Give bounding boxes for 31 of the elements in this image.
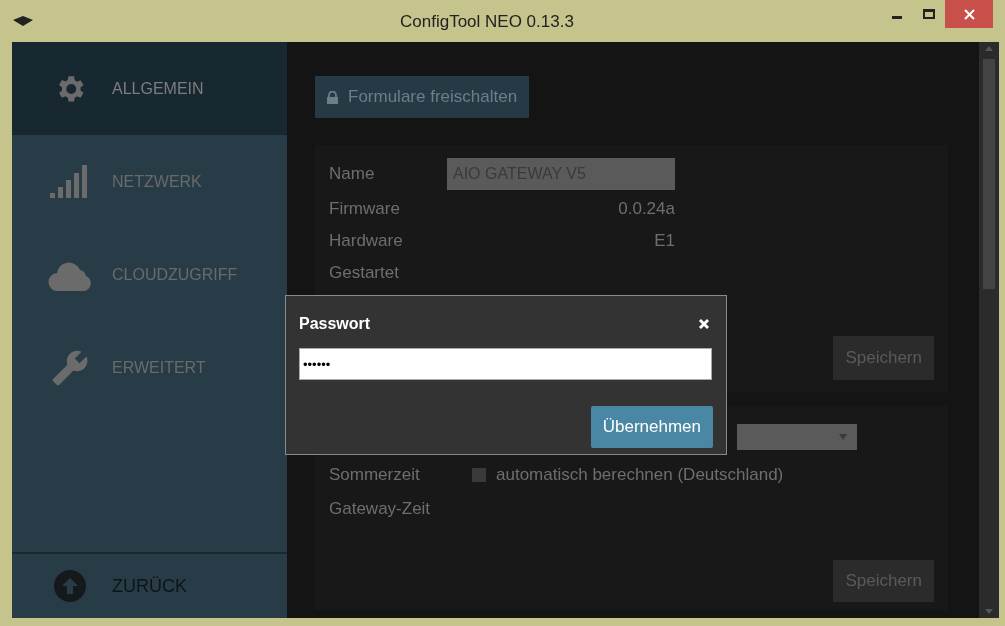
- checkbox-label: automatisch berechnen (Deutschland): [496, 464, 784, 486]
- dialog-title: Passwort: [299, 314, 371, 334]
- info-value: E1: [654, 230, 675, 253]
- wrench-icon: [51, 348, 89, 387]
- info-value: 0.0.24a: [618, 198, 675, 221]
- scroll-up-icon: [985, 46, 993, 51]
- window-title: ConfigTool NEO 0.13.3: [400, 11, 574, 33]
- info-label: Gestartet: [329, 262, 399, 285]
- caret-icon: [839, 434, 847, 440]
- signal-bars-icon: [50, 164, 90, 199]
- gateway-time-label: Gateway-Zeit: [329, 497, 432, 520]
- summer-time-label: Sommerzeit: [329, 464, 421, 486]
- scroll-down-icon: [985, 609, 993, 614]
- auto-calc-checkbox[interactable]: [472, 467, 486, 482]
- app-icon: [12, 15, 34, 27]
- close-icon: [698, 318, 710, 330]
- scrollbar-thumb[interactable]: [983, 59, 995, 289]
- submit-button[interactable]: Übernehmen: [590, 406, 713, 448]
- info-label: Firmware: [329, 198, 400, 221]
- lock-icon: [327, 90, 338, 104]
- sidebar-item[interactable]: ALLGEMEIN: [12, 42, 287, 135]
- name-label: Name: [329, 163, 376, 186]
- info-label: Hardware: [329, 230, 403, 253]
- arrow-up-circle-icon: [53, 569, 87, 603]
- close-button[interactable]: [697, 317, 711, 331]
- minimize-icon: [892, 15, 902, 19]
- dropdown-field[interactable]: [737, 424, 857, 450]
- maximize-icon: [923, 9, 935, 19]
- close-icon: [963, 8, 975, 20]
- unlock-button[interactable]: Formulare freischalten: [315, 76, 530, 118]
- password-field[interactable]: ••••••: [299, 348, 712, 380]
